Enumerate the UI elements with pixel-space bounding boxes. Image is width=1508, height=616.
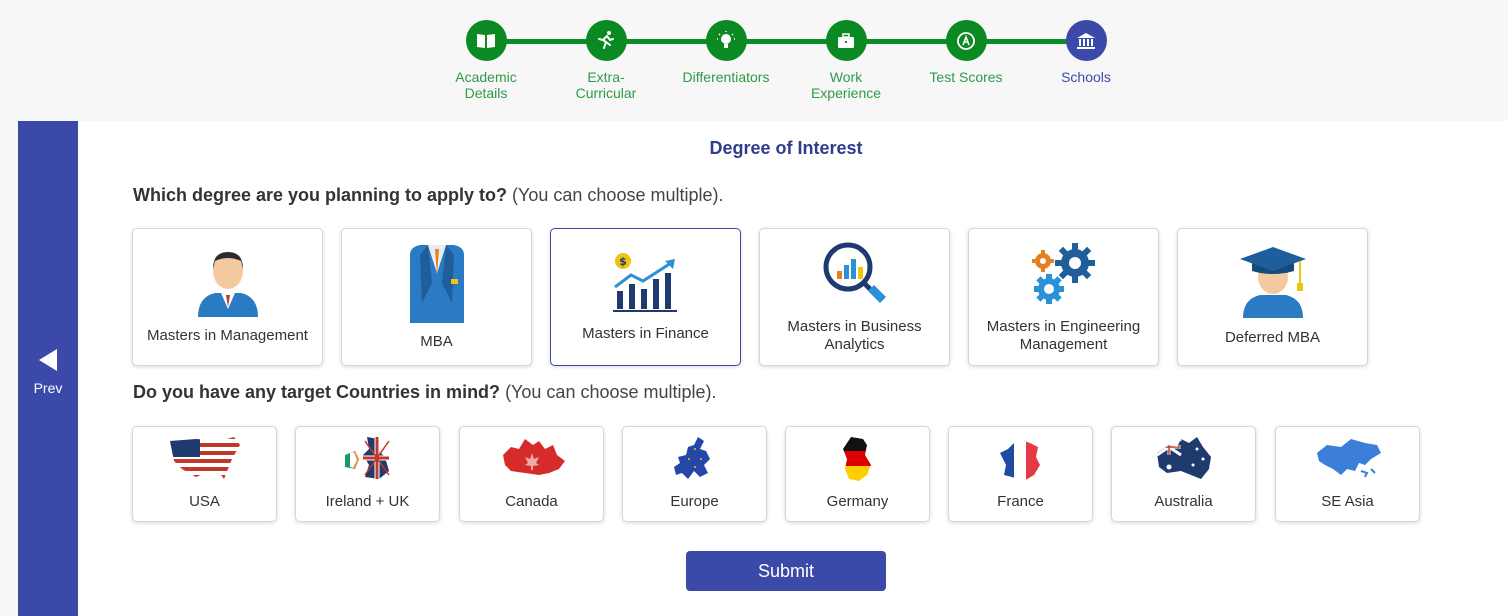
degree-label: Masters in Engineering Management — [986, 318, 1141, 353]
country-label: Canada — [505, 493, 558, 510]
step-label: Academic Details — [455, 69, 517, 101]
degree-question-text: Which degree are you planning to apply t… — [133, 185, 508, 205]
step-label: Work Experience — [810, 69, 882, 101]
grade-icon — [945, 20, 987, 61]
running-icon — [585, 20, 627, 61]
step-schools[interactable]: Schools — [1026, 20, 1146, 85]
degree-card-mba[interactable]: MBA — [341, 228, 532, 366]
degree-card-masters-in-business-analytics[interactable]: Masters in Business Analytics — [759, 228, 950, 366]
country-card-ireland-uk[interactable]: Ireland + UK — [295, 426, 440, 522]
country-card-germany[interactable]: Germany — [785, 426, 930, 522]
france-map-icon — [999, 439, 1040, 481]
svg-text:$: $ — [619, 255, 627, 268]
step-label: Test Scores — [929, 69, 1003, 85]
step-academic-details[interactable]: Academic Details — [426, 20, 546, 101]
step-extra-curricular[interactable]: Extra- Curricular — [546, 20, 666, 101]
step-test-scores[interactable]: Test Scores — [906, 20, 1026, 85]
step-label: Schools — [1061, 69, 1111, 85]
degree-card-deferred-mba[interactable]: Deferred MBA — [1177, 228, 1368, 366]
degree-label: Masters in Finance — [582, 325, 709, 342]
prev-button[interactable]: Prev — [18, 121, 78, 616]
country-label: SE Asia — [1321, 493, 1374, 510]
lightbulb-icon — [705, 20, 747, 61]
country-card-europe[interactable]: Europe — [622, 426, 767, 522]
country-label: Germany — [826, 493, 889, 510]
form-title: Degree of Interest — [709, 138, 863, 158]
se-asia-map-icon — [1316, 439, 1381, 478]
country-card-france[interactable]: France — [948, 426, 1093, 522]
briefcase-icon — [825, 20, 867, 61]
arrow-left-icon — [39, 349, 57, 371]
progress-stepper: Academic Details Extra- Curricular Diffe… — [0, 0, 1508, 121]
degree-card-masters-in-management[interactable]: Masters in Management — [132, 228, 323, 366]
step-work-experience[interactable]: Work Experience — [786, 20, 906, 101]
country-label: Australia — [1154, 493, 1213, 510]
country-label: France — [997, 493, 1044, 510]
step-label: Differentiators — [682, 69, 770, 85]
manager-icon — [197, 252, 258, 317]
degree-card-masters-in-engineering-management[interactable]: Masters in Engineering Management — [968, 228, 1159, 366]
step-differentiators[interactable]: Differentiators — [666, 20, 786, 85]
finance-chart-icon: $ — [612, 253, 677, 312]
country-card-usa[interactable]: USA — [132, 426, 277, 522]
business-suit-icon — [409, 245, 464, 323]
step-label: Extra- Curricular — [575, 69, 637, 101]
country-label: Europe — [670, 493, 719, 510]
australia-map-icon — [1156, 437, 1211, 479]
canada-map-icon — [502, 439, 565, 475]
country-question-note: (You can choose multiple). — [500, 382, 717, 402]
prev-label: Prev — [33, 380, 63, 396]
country-card-canada[interactable]: Canada — [459, 426, 604, 522]
degree-label: Masters in Management — [147, 327, 308, 344]
book-icon — [465, 20, 507, 61]
country-question-text: Do you have any target Countries in mind… — [133, 382, 501, 402]
usa-map-icon — [169, 437, 240, 479]
submit-button[interactable]: Submit — [686, 551, 886, 591]
degree-label: Masters in Business Analytics — [787, 318, 922, 353]
country-card-se-asia[interactable]: SE Asia — [1275, 426, 1420, 522]
country-label: Ireland + UK — [325, 493, 410, 510]
degree-card-masters-in-finance[interactable]: $ Masters in Finance — [550, 228, 741, 366]
germany-map-icon — [842, 437, 871, 481]
europe-map-icon — [673, 437, 710, 479]
ireland-uk-map-icon — [344, 437, 390, 479]
degree-question: Which degree are you planning to apply t… — [133, 185, 724, 206]
gears-icon — [1031, 243, 1095, 304]
degree-question-note: (You can choose multiple). — [507, 185, 724, 205]
institution-icon — [1065, 20, 1107, 61]
graduate-icon — [1239, 247, 1306, 318]
country-label: USA — [189, 493, 220, 510]
degree-label: MBA — [420, 333, 453, 350]
degree-form-panel: Degree of Interest Which degree are you … — [78, 121, 1508, 616]
degree-label: Deferred MBA — [1224, 329, 1321, 346]
country-card-australia[interactable]: Australia — [1111, 426, 1256, 522]
analytics-magnifier-icon — [823, 242, 886, 303]
country-question: Do you have any target Countries in mind… — [133, 382, 717, 403]
